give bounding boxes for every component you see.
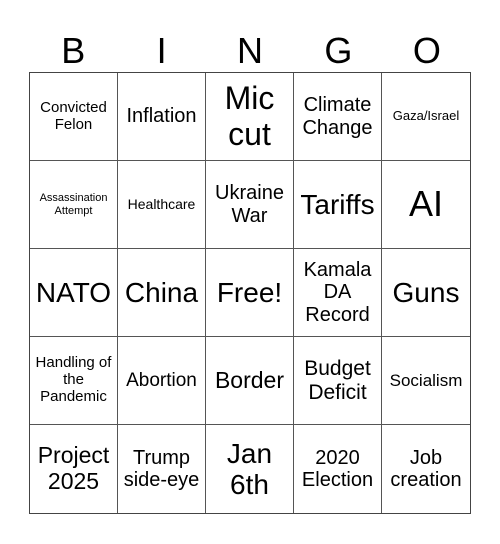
bingo-cell[interactable]: 2020 Election <box>294 425 382 513</box>
bingo-cell[interactable]: Gaza/Israel <box>382 73 470 161</box>
bingo-cell[interactable]: Convicted Felon <box>30 73 118 161</box>
bingo-cell[interactable]: Tariffs <box>294 161 382 249</box>
bingo-cell[interactable]: Socialism <box>382 337 470 425</box>
bingo-grid: Convicted Felon Inflation Mic cut Climat… <box>29 72 471 514</box>
bingo-cell[interactable]: Border <box>206 337 294 425</box>
bingo-cell[interactable]: Inflation <box>118 73 206 161</box>
header-letter-i: I <box>156 30 167 71</box>
bingo-cell[interactable]: Guns <box>382 249 470 337</box>
bingo-cell[interactable]: Handling of the Pandemic <box>30 337 118 425</box>
bingo-header: B I N G O <box>29 30 471 72</box>
bingo-cell[interactable]: Trump side-eye <box>118 425 206 513</box>
header-letter-n: N <box>237 30 264 71</box>
header-letter-o: O <box>412 30 441 71</box>
header-letter-b: B <box>61 30 86 71</box>
bingo-cell[interactable]: AI <box>382 161 470 249</box>
bingo-cell[interactable]: Assassination Attempt <box>30 161 118 249</box>
bingo-cell[interactable]: Mic cut <box>206 73 294 161</box>
bingo-cell[interactable]: NATO <box>30 249 118 337</box>
bingo-cell[interactable]: Climate Change <box>294 73 382 161</box>
bingo-cell[interactable]: Jan 6th <box>206 425 294 513</box>
bingo-cell[interactable]: Job creation <box>382 425 470 513</box>
bingo-cell[interactable]: Project 2025 <box>30 425 118 513</box>
bingo-cell[interactable]: Healthcare <box>118 161 206 249</box>
bingo-cell[interactable]: China <box>118 249 206 337</box>
bingo-cell[interactable]: Abortion <box>118 337 206 425</box>
bingo-cell-free[interactable]: Free! <box>206 249 294 337</box>
bingo-cell[interactable]: Budget Deficit <box>294 337 382 425</box>
bingo-cell[interactable]: Ukraine War <box>206 161 294 249</box>
bingo-cell[interactable]: Kamala DA Record <box>294 249 382 337</box>
header-letter-g: G <box>324 30 353 71</box>
